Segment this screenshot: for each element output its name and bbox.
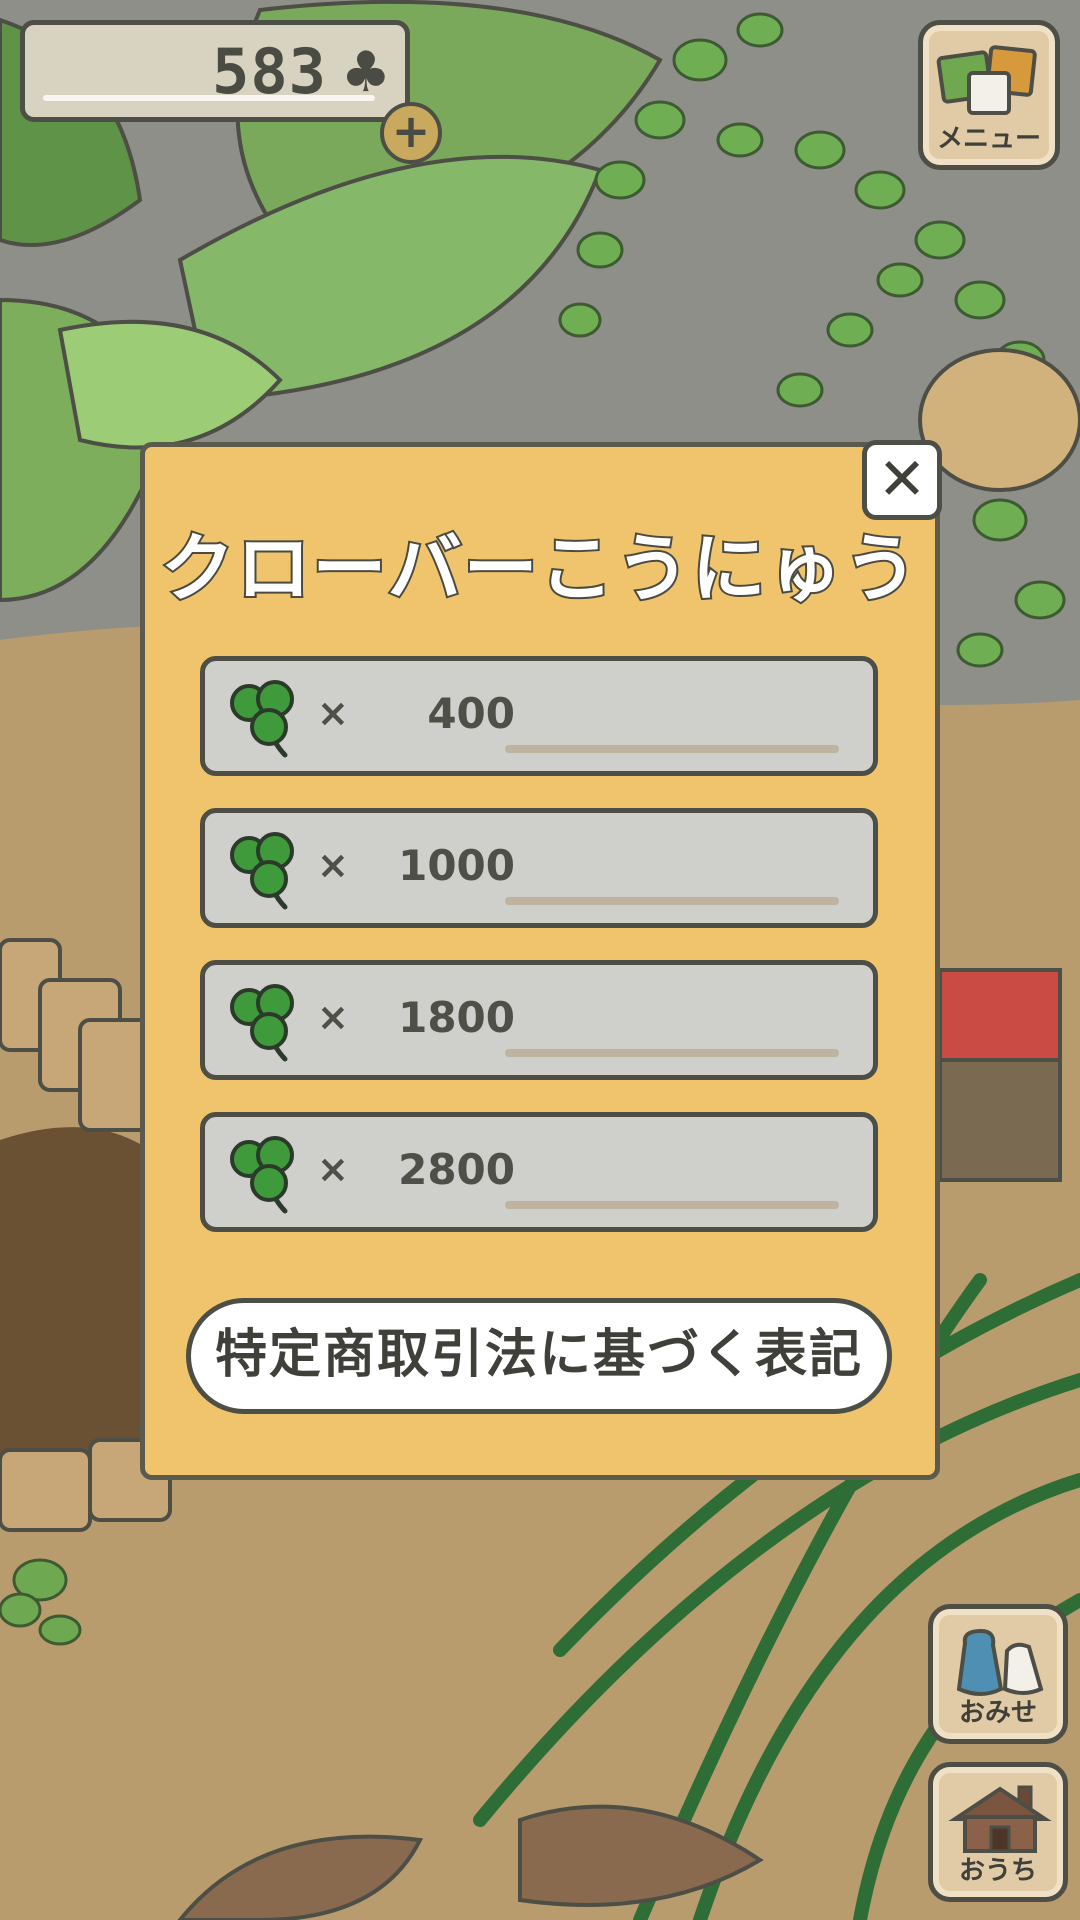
- menu-label: メニュー: [936, 124, 1041, 154]
- bags-icon: [956, 1628, 1044, 1696]
- shop-button[interactable]: おみせ: [928, 1604, 1068, 1744]
- add-clover-button[interactable]: +: [380, 102, 442, 164]
- price-line: [505, 1049, 839, 1057]
- package-1000-button[interactable]: × 1000: [200, 808, 878, 928]
- cards-icon: [936, 45, 1037, 115]
- house-icon: [948, 1785, 1052, 1853]
- clover-icon: [230, 680, 294, 758]
- clover-icon: [230, 1136, 294, 1214]
- package-quantity: 400: [427, 689, 515, 738]
- clover-counter: 583 ♣: [20, 20, 410, 122]
- package-quantity: 1000: [398, 841, 515, 890]
- counter-sheen: [43, 95, 375, 101]
- clover-icon: [230, 832, 294, 910]
- close-button[interactable]: ✕: [862, 440, 942, 520]
- price-line: [505, 1201, 839, 1209]
- times-sign: ×: [317, 691, 349, 735]
- times-sign: ×: [317, 1147, 349, 1191]
- package-quantity: 2800: [398, 1145, 515, 1194]
- club-icon: ♣: [340, 40, 391, 105]
- price-line: [505, 745, 839, 753]
- clover-count: 583: [212, 35, 327, 108]
- home-label: おうち: [958, 1856, 1037, 1886]
- clover-icon: [230, 984, 294, 1062]
- times-sign: ×: [317, 995, 349, 1039]
- price-line: [505, 897, 839, 905]
- package-quantity: 1800: [398, 993, 515, 1042]
- dialog-title: クローバーこうにゅう: [158, 524, 920, 614]
- package-2800-button[interactable]: × 2800: [200, 1112, 878, 1232]
- home-button[interactable]: おうち: [928, 1762, 1068, 1902]
- legal-notice-button[interactable]: 特定商取引法に基づく表記: [186, 1298, 892, 1414]
- package-1800-button[interactable]: × 1800: [200, 960, 878, 1080]
- menu-button[interactable]: メニュー: [918, 20, 1060, 170]
- times-sign: ×: [317, 843, 349, 887]
- package-400-button[interactable]: × 400: [200, 656, 878, 776]
- shop-label: おみせ: [958, 1698, 1037, 1728]
